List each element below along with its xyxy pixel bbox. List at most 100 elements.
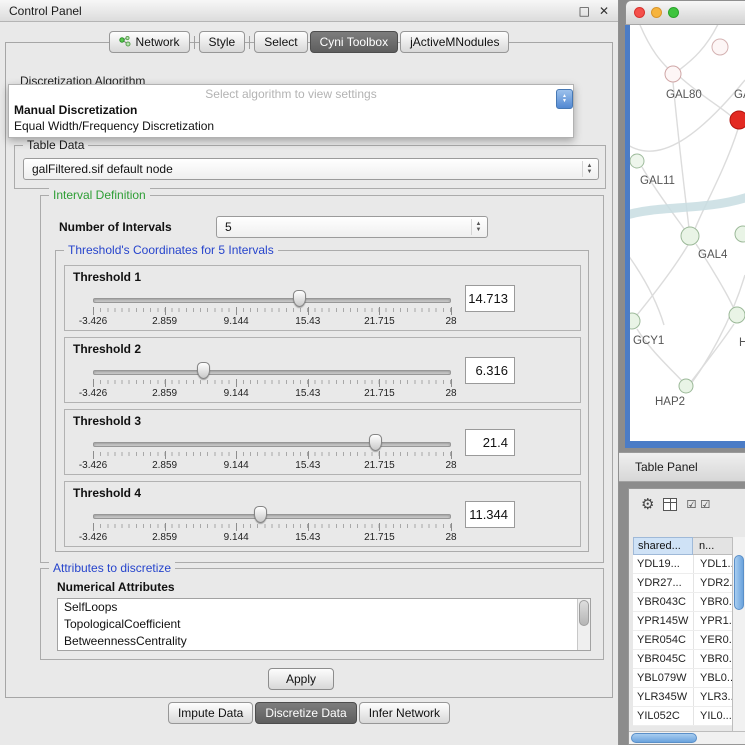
combo-stepper-icon[interactable]: ▲ ▼ — [582, 161, 596, 177]
close-icon[interactable]: ✕ — [599, 4, 609, 18]
vertical-scrollbar-thumb[interactable] — [734, 555, 744, 610]
threshold-slider[interactable]: -3.4262.8599.14415.4321.71528 — [93, 338, 451, 404]
mac-minimize-button[interactable] — [651, 7, 662, 18]
tab-select[interactable]: Select — [254, 31, 307, 53]
algorithm-combo-stepper[interactable]: ▲ ▼ — [556, 89, 573, 109]
network-node-gcy1[interactable] — [630, 313, 640, 329]
tick-label: 15.43 — [295, 388, 320, 399]
table-row[interactable]: YBR043CYBR0... — [633, 593, 733, 612]
table-row[interactable]: YBR045CYBR0... — [633, 650, 733, 669]
slider-track[interactable] — [93, 514, 451, 519]
tab-jactivemnodules[interactable]: jActiveMNodules — [400, 31, 509, 53]
table-row[interactable]: YIL052CYIL0... — [633, 707, 733, 726]
tab-separator — [194, 36, 195, 49]
table-header-row: shared... n... — [633, 537, 733, 555]
threshold-value-field[interactable]: 11.344 — [465, 501, 515, 528]
slider-track[interactable] — [93, 442, 451, 447]
float-window-icon[interactable]: □ — [579, 4, 590, 18]
threshold-panel: Threshold 3 -3.4262.8599.14415.4321.7152… — [64, 409, 581, 475]
network-node[interactable] — [712, 39, 728, 55]
dropdown-option-equal-width[interactable]: Equal Width/Frequency Discretization — [14, 119, 214, 133]
list-scrollbar-thumb[interactable] — [579, 600, 589, 626]
vertical-scrollbar[interactable] — [732, 537, 745, 731]
tick-label: 9.144 — [224, 388, 249, 399]
threshold-value-field[interactable]: 14.713 — [465, 285, 515, 312]
cell-name: YDR2... — [693, 574, 733, 592]
checkbox-icon[interactable]: ☑ — [700, 498, 710, 511]
tick-label: -3.426 — [79, 388, 107, 399]
checkbox-icon[interactable]: ☑ — [686, 498, 696, 511]
attributes-group: Attributes to discretize Numerical Attri… — [40, 568, 604, 660]
column-header-shared-name[interactable]: shared... — [633, 537, 693, 555]
dropdown-option-manual-discretization[interactable]: Manual Discretization — [14, 103, 137, 117]
network-canvas[interactable]: GAL80 GA GAL11 GAL4 GCY1 H HAP2 — [625, 25, 745, 448]
list-item[interactable]: TopologicalCoefficient — [58, 616, 590, 633]
threshold-value-field[interactable]: 6.316 — [465, 357, 515, 384]
network-node[interactable] — [729, 307, 745, 323]
mac-zoom-button[interactable] — [668, 7, 679, 18]
network-node-hap2[interactable] — [679, 379, 693, 393]
tab-cyni-toolbox[interactable]: Cyni Toolbox — [310, 31, 398, 53]
node-label-partial: GA — [734, 89, 745, 101]
cell-name: YDL1... — [693, 555, 733, 573]
tab-discretize-data[interactable]: Discretize Data — [255, 702, 356, 724]
table-row[interactable]: YDL19...YDL1... — [633, 555, 733, 574]
list-item[interactable]: BetweennessCentrality — [58, 633, 590, 650]
threshold-slider[interactable]: -3.4262.8599.14415.4321.71528 — [93, 410, 451, 476]
table-data-select[interactable]: galFiltered.sif default node ▲ ▼ — [23, 158, 599, 180]
tick-label: 28 — [445, 460, 456, 471]
stepper-down-icon: ▼ — [476, 227, 482, 233]
threshold-panel: Threshold 4 -3.4262.8599.14415.4321.7152… — [64, 481, 581, 547]
tick-label: 28 — [445, 532, 456, 543]
network-node[interactable] — [735, 226, 745, 242]
tab-network[interactable]: Network — [109, 31, 190, 53]
slider-track[interactable] — [93, 370, 451, 375]
column-header-name[interactable]: n... — [693, 537, 733, 555]
list-scrollbar[interactable] — [577, 599, 590, 650]
table-panel-header: Table Panel — [619, 452, 745, 482]
tab-label: Impute Data — [178, 706, 243, 720]
cell-shared-name: YDR27... — [633, 574, 693, 592]
slider-track[interactable] — [93, 298, 451, 303]
network-node[interactable] — [630, 154, 644, 168]
threshold-value-field[interactable]: 21.4 — [465, 429, 515, 456]
table-row[interactable]: YBL079WYBL0... — [633, 669, 733, 688]
table-row[interactable]: YDR27...YDR2... — [633, 574, 733, 593]
numerical-attributes-list[interactable]: SelfLoopsTopologicalCoefficientBetweenne… — [57, 598, 591, 651]
horizontal-scrollbar-thumb[interactable] — [631, 733, 697, 743]
algorithm-dropdown-popup: Select algorithm to view settings Manual… — [8, 84, 574, 138]
network-node-gal80[interactable] — [665, 66, 681, 82]
slider-thumb[interactable] — [254, 506, 267, 523]
threshold-slider[interactable]: -3.4262.8599.14415.4321.71528 — [93, 266, 451, 332]
network-node-gal4[interactable] — [681, 227, 699, 245]
cell-shared-name: YBL079W — [633, 669, 693, 687]
slider-thumb[interactable] — [293, 290, 306, 307]
table-row[interactable]: YER054CYER0... — [633, 631, 733, 650]
number-of-intervals-select[interactable]: 5 ▲ ▼ — [216, 216, 488, 238]
top-tab-bar: Network Style Select Cyni Toolbox jActiv… — [0, 31, 618, 53]
list-item[interactable]: SelfLoops — [58, 599, 590, 616]
table-body: YDL19...YDL1...YDR27...YDR2...YBR043CYBR… — [633, 555, 733, 726]
combo-stepper-icon[interactable]: ▲ ▼ — [471, 219, 485, 235]
mac-close-button[interactable] — [634, 7, 645, 18]
threshold-slider[interactable]: -3.4262.8599.14415.4321.71528 — [93, 482, 451, 548]
tick-label: 21.715 — [364, 316, 395, 327]
stepper-down-icon: ▼ — [562, 99, 567, 104]
columns-icon[interactable] — [663, 498, 677, 511]
slider-tick-labels: -3.4262.8599.14415.4321.71528 — [93, 460, 451, 472]
tab-impute-data[interactable]: Impute Data — [168, 702, 253, 724]
table-row[interactable]: YPR145WYPR1... — [633, 612, 733, 631]
gear-icon[interactable]: ⚙ — [641, 495, 654, 513]
apply-button[interactable]: Apply — [268, 668, 334, 690]
table-window: ⚙ ☑ ☑ shared... n... YDL19...YDL1...YDR2… — [628, 488, 745, 745]
tick-label: 9.144 — [224, 316, 249, 327]
slider-major-ticks — [93, 523, 451, 531]
network-node-selected-red[interactable] — [730, 111, 745, 129]
tab-infer-network[interactable]: Infer Network — [359, 702, 450, 724]
slider-thumb[interactable] — [197, 362, 210, 379]
table-row[interactable]: YLR345WYLR3... — [633, 688, 733, 707]
tab-style[interactable]: Style — [199, 31, 246, 53]
slider-thumb[interactable] — [369, 434, 382, 451]
horizontal-scrollbar[interactable] — [629, 731, 745, 744]
cell-shared-name: YIL052C — [633, 707, 693, 725]
